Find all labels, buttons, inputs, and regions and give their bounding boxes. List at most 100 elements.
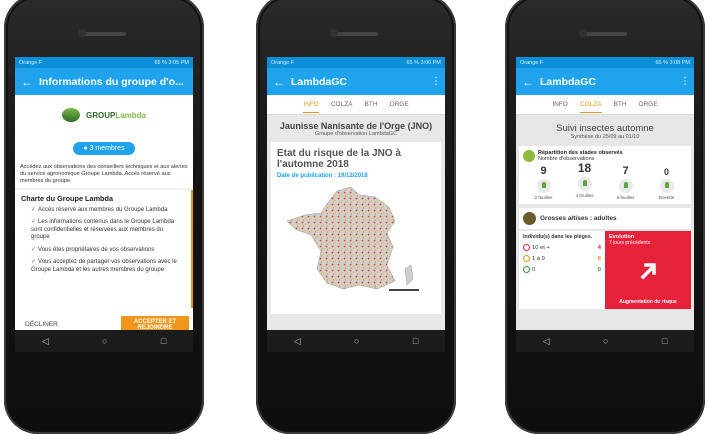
seedling-icon: [618, 179, 633, 194]
carrier-text: Orange F: [19, 59, 43, 66]
members-button[interactable]: ● 3 membres: [73, 141, 135, 155]
beetle-icon: [523, 212, 536, 226]
app-bar: ← LambdaGC ⋮: [516, 68, 694, 95]
more-vert-icon[interactable]: ⋮: [680, 76, 690, 87]
altise-header[interactable]: Grosses altises : adultes: [519, 208, 691, 230]
check-icon: ✓: [31, 259, 37, 266]
section-subheading: Groupe d'observation LambdaGC: [314, 131, 398, 137]
nav-home-icon[interactable]: ○: [603, 336, 608, 346]
stages-card[interactable]: Répartition des stades observés Nombre d…: [519, 146, 691, 205]
status-bar: Orange F 65 % 3:06 PM: [267, 57, 445, 68]
nav-home-icon[interactable]: ○: [354, 336, 359, 346]
check-icon: ✓: [31, 206, 37, 213]
camera: [78, 29, 86, 37]
brand-part-a: GROUP: [85, 110, 116, 120]
trap-counts-panel: Individu(s) dans les pièges. 10 et + 4 1…: [519, 231, 605, 310]
evolution-panel[interactable]: Evolution 7 jours précédents Augmentatio…: [605, 231, 691, 310]
stage-label: 4 feuilles: [575, 193, 594, 199]
ok-icon: [523, 266, 530, 274]
group-logo-icon: [61, 108, 80, 122]
tab-bth[interactable]: BTH: [365, 97, 378, 112]
tab-info[interactable]: INFO: [303, 97, 319, 113]
nav-home-icon[interactable]: ○: [102, 336, 107, 346]
warning-icon: [523, 255, 530, 263]
seedling-icon: [536, 179, 551, 194]
card-title: Etat du risque de la JNO à l'automne 201…: [277, 148, 401, 170]
stage-item: 9 2 feuilles: [526, 165, 562, 200]
section-heading: Suivi insectes automne: [556, 123, 654, 134]
stage-count: 18: [577, 161, 592, 176]
page-title: LambdaGC: [540, 75, 597, 88]
page-title: Informations du groupe d'o...: [39, 75, 184, 88]
france-risk-map: [286, 186, 419, 291]
risk-card[interactable]: Etat du risque de la JNO à l'automne 201…: [271, 142, 441, 314]
stage-count: 0: [663, 167, 669, 178]
nav-recent-icon[interactable]: □: [662, 336, 667, 346]
status-bar: Orange F 65 % 3:05 PM: [15, 57, 193, 68]
screen-colza-insects: Orange F 65 % 3:08 PM ← LambdaGC ⋮ INFO …: [516, 57, 694, 352]
seedling-icon: [577, 177, 592, 192]
charte-title: Charte du Groupe Lambda: [21, 193, 114, 203]
android-nav-bar: ◁ ○ □: [516, 330, 694, 352]
back-arrow-icon[interactable]: ←: [273, 75, 291, 89]
nav-recent-icon[interactable]: □: [413, 336, 418, 346]
stage-label: 2 feuilles: [534, 195, 553, 201]
tab-colza[interactable]: COLZA: [579, 97, 602, 113]
carrier-text: Orange F: [520, 59, 544, 66]
user-icon: ●: [83, 144, 88, 152]
phone-2: Orange F 65 % 3:06 PM ← LambdaGC ⋮ INFO …: [256, 0, 456, 434]
status-right-text: 65 % 3:06 PM: [406, 59, 441, 66]
count-value: 0: [597, 266, 601, 273]
content: Jaunisse Nanisante de l'Orge (JNO) Group…: [267, 115, 445, 331]
nav-back-icon[interactable]: ◁: [42, 336, 49, 347]
status-bar: Orange F 65 % 3:08 PM: [516, 57, 694, 68]
app-bar: ← LambdaGC ⋮: [267, 68, 445, 95]
tab-bth[interactable]: BTH: [614, 97, 627, 112]
tab-info[interactable]: INFO: [552, 97, 568, 112]
decline-button[interactable]: DÉCLINER: [25, 321, 58, 328]
evolution-text: Augmentation du risque: [619, 299, 677, 306]
phone-3: Orange F 65 % 3:08 PM ← LambdaGC ⋮ INFO …: [505, 0, 705, 434]
speaker: [82, 32, 126, 36]
android-nav-bar: ◁ ○ □: [267, 330, 445, 352]
stage-count: 9: [540, 165, 547, 178]
alert-icon: [523, 244, 530, 252]
stage-item: 18 4 feuilles: [567, 161, 603, 200]
count-value: 4: [597, 244, 601, 251]
screen-info-jno: Orange F 65 % 3:06 PM ← LambdaGC ⋮ INFO …: [267, 57, 445, 352]
speaker: [583, 32, 627, 36]
charte-section[interactable]: Charte du Groupe Lambda ✓ Accès réservé a…: [15, 189, 193, 308]
status-right-text: 65 % 3:08 PM: [655, 59, 690, 66]
app-bar: ← Informations du groupe d'o...: [15, 68, 193, 95]
stages-list: 9 2 feuilles 18 4 feuilles 7 6 feuilles: [523, 161, 687, 201]
phone-1: Orange F 65 % 3:05 PM ← Informations du …: [4, 0, 204, 434]
nav-back-icon[interactable]: ◁: [294, 336, 301, 347]
count-row: 0 0: [523, 266, 601, 273]
nav-recent-icon[interactable]: □: [161, 336, 166, 346]
rosette-icon: [659, 179, 674, 194]
brand-part-b: Lambda: [115, 110, 146, 120]
evolution-subtitle: 7 jours précédents: [609, 240, 651, 247]
charte-item: ✓ Vous êtes propriétaires de vos observat…: [31, 246, 155, 253]
map-shape: [286, 186, 396, 290]
count-value: 8: [597, 255, 601, 262]
arrow-up-right-icon: [640, 263, 656, 280]
publication-date: Date de publication : 19/12/2018: [277, 173, 368, 179]
more-vert-icon[interactable]: ⋮: [431, 76, 441, 87]
corsica-shape: [404, 264, 414, 286]
speaker: [334, 32, 378, 36]
page-title: LambdaGC: [291, 75, 348, 88]
android-nav-bar: ◁ ○ □: [15, 330, 193, 352]
status-right-text: 65 % 3:05 PM: [154, 59, 189, 66]
members-label: 3 membres: [89, 144, 125, 152]
screen-group-info: Orange F 65 % 3:05 PM ← Informations du …: [15, 57, 193, 352]
tab-orge[interactable]: ORGE: [390, 97, 409, 112]
back-arrow-icon[interactable]: ←: [21, 75, 39, 89]
stage-label: Rosette: [658, 195, 675, 201]
charte-item: ✓ Les informations contenus dans le Group…: [31, 219, 175, 241]
back-arrow-icon[interactable]: ←: [522, 75, 540, 89]
nav-back-icon[interactable]: ◁: [543, 336, 550, 347]
tab-colza[interactable]: COLZA: [331, 97, 353, 112]
check-icon: ✓: [31, 246, 37, 253]
tab-orge[interactable]: ORGE: [639, 97, 658, 112]
